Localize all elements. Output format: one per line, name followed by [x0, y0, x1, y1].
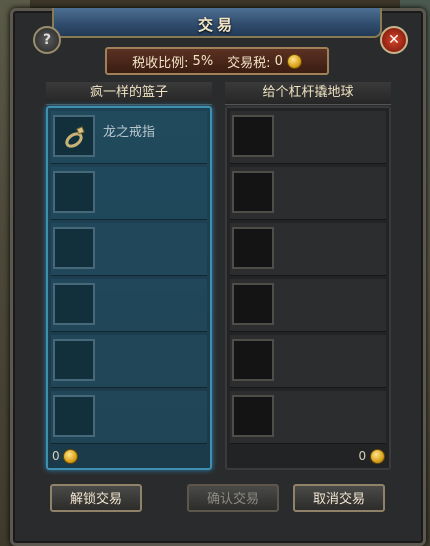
item-slot: [232, 395, 274, 437]
gold-coin-icon: [286, 53, 302, 69]
item-slot: [232, 115, 274, 157]
trade-slot-row: [230, 223, 386, 276]
trade-slot-row: [230, 335, 386, 388]
trade-slot-row: [230, 167, 386, 220]
gold-coin-icon: [370, 449, 385, 464]
item-slot: [232, 339, 274, 381]
unlock-trade-button[interactable]: 解锁交易: [50, 484, 142, 512]
help-icon: ?: [42, 32, 52, 48]
item-slot[interactable]: [53, 171, 95, 213]
partner-slots: 0: [225, 106, 391, 470]
trade-slot-row[interactable]: [51, 335, 207, 388]
trade-slot-row[interactable]: [51, 279, 207, 332]
tax-info: 税收比例: 5% 交易税: 0: [105, 47, 329, 75]
partner-trade-panel: 给个杠杆撬地球 0: [225, 82, 391, 470]
trade-slot-row[interactable]: [51, 167, 207, 220]
trade-slot-row: [230, 111, 386, 164]
trade-tax-label: 交易税:: [227, 55, 271, 71]
item-slot: [232, 227, 274, 269]
close-button[interactable]: ✕: [380, 26, 408, 54]
trade-slot-row[interactable]: [51, 391, 207, 444]
item-slot[interactable]: [53, 283, 95, 325]
window-title: 交易: [197, 16, 236, 34]
title-bar: 交易: [52, 8, 382, 38]
trade-slot-row: [230, 279, 386, 332]
gold-coin-icon: [63, 449, 79, 464]
trade-slot-row[interactable]: 龙之戒指: [51, 111, 207, 164]
trade-tax-value: 0: [274, 53, 283, 69]
close-icon: ✕: [388, 32, 400, 48]
my-player-name: 疯一样的篮子: [46, 82, 212, 105]
my-money: 0: [52, 448, 206, 464]
item-name: 龙之戒指: [103, 125, 156, 140]
tax-rate-value: 5%: [192, 53, 214, 69]
trade-slot-row: [230, 391, 386, 444]
cancel-trade-button[interactable]: 取消交易: [293, 484, 385, 512]
item-slot: [232, 283, 274, 325]
confirm-trade-button[interactable]: 确认交易: [187, 484, 279, 512]
help-button[interactable]: ?: [33, 26, 61, 54]
tax-rate-label: 税收比例:: [132, 55, 189, 71]
partner-player-name: 给个杠杆撬地球: [225, 82, 391, 105]
partner-money: 0: [231, 448, 385, 464]
item-slot[interactable]: [53, 395, 95, 437]
partner-money-value: 0: [358, 449, 367, 463]
item-slot[interactable]: [53, 227, 95, 269]
trade-slot-row[interactable]: [51, 223, 207, 276]
item-slot[interactable]: [53, 115, 95, 157]
my-trade-panel: 疯一样的篮子 龙之戒指 0: [46, 82, 212, 470]
item-slot: [232, 171, 274, 213]
item-slot[interactable]: [53, 339, 95, 381]
my-slots: 龙之戒指 0: [46, 106, 212, 470]
ring-icon: [65, 126, 85, 148]
my-money-value: 0: [52, 449, 60, 463]
